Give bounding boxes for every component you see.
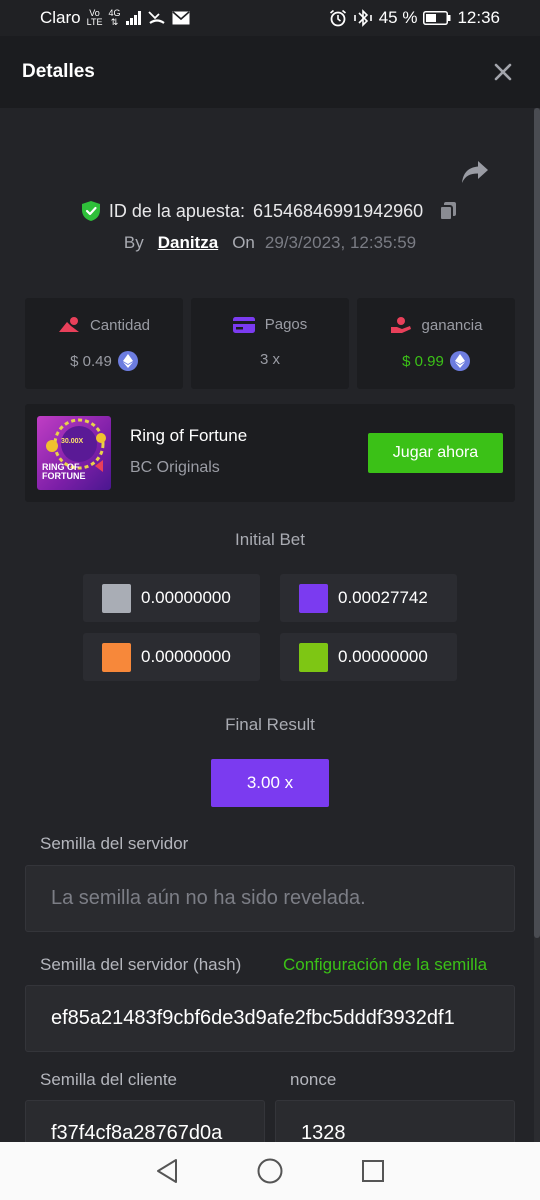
copy-icon[interactable] — [437, 200, 459, 222]
modal-title: Detalles — [22, 61, 95, 82]
initial-bet-chip: 0.00000000 — [83, 574, 260, 622]
chip-value: 0.00000000 — [141, 647, 231, 666]
chip-color-swatch — [102, 583, 131, 613]
status-bar: Claro Vo LTE 4G ⇅ 45 % 12:36 — [0, 0, 540, 36]
amount-value: $ 0.49 — [70, 352, 112, 370]
missed-call-icon — [148, 11, 166, 24]
eth-currency-icon — [449, 351, 470, 371]
clock: 12:36 — [457, 8, 500, 27]
chip-value: 0.00000000 — [141, 588, 231, 607]
close-icon — [494, 63, 512, 81]
mail-icon — [172, 11, 191, 25]
payout-value-row: 3 x — [191, 351, 349, 368]
close-button[interactable] — [490, 59, 516, 85]
profit-label: ganancia — [421, 316, 483, 334]
status-right: 45 % 12:36 — [329, 8, 500, 28]
profit-card: ganancia $ 0.99 — [357, 298, 515, 389]
amount-label: Cantidad — [89, 316, 151, 334]
payout-header: Pagos — [191, 316, 349, 333]
seed-settings-link[interactable]: Configuración de la semilla — [283, 955, 487, 975]
home-button[interactable] — [250, 1151, 290, 1191]
server-seed-label: Semilla del servidor — [40, 834, 189, 853]
bet-date: 29/3/2023, 12:35:59 — [264, 233, 417, 252]
initial-bet-chip: 0.00000000 — [280, 633, 457, 681]
payout-card: Pagos 3 x — [191, 298, 349, 389]
chip-value: 0.00027742 — [338, 588, 428, 607]
signal-icon — [126, 11, 142, 25]
server-seed-hash-field[interactable]: ef85a21483f9cbf6de3d9afe2fbc5dddf3932df1 — [25, 985, 515, 1052]
volte-indicator: Vo LTE — [87, 9, 103, 27]
home-circle-icon — [257, 1158, 283, 1184]
initial-bet-chip: 0.00000000 — [83, 633, 260, 681]
recents-button[interactable] — [353, 1151, 393, 1191]
volte-bottom: LTE — [86, 17, 103, 27]
card-icon — [232, 316, 255, 333]
bet-id-value: 61546846991942960 — [252, 200, 424, 221]
chip-color-swatch — [299, 583, 328, 613]
battery-percent: 45 % — [378, 8, 418, 27]
amount-header: Cantidad — [25, 316, 183, 334]
payout-value: 3 x — [259, 351, 280, 368]
bet-amount-icon — [58, 317, 79, 332]
bluetooth-vibrate-icon — [353, 9, 372, 27]
eth-currency-icon — [117, 351, 138, 371]
client-seed-label: Semilla del cliente — [40, 1070, 178, 1089]
chip-color-swatch — [102, 642, 131, 672]
initial-bet-chip: 0.00027742 — [280, 574, 457, 622]
profit-value: $ 0.99 — [402, 352, 444, 370]
back-button[interactable] — [147, 1151, 187, 1191]
nonce-label: nonce — [290, 1070, 337, 1089]
thumb-multiplier: 30.00X — [61, 438, 84, 445]
bet-id-row: ID de la apuesta: 61546846991942960 — [0, 196, 540, 226]
network-bottom: ⇅ — [110, 17, 119, 27]
alarm-icon — [329, 9, 346, 27]
profit-value-row: $ 0.99 — [357, 351, 515, 371]
status-left: Claro Vo LTE 4G ⇅ — [40, 8, 191, 28]
bet-id-label: ID de la apuesta: — [108, 200, 245, 221]
amount-value-row: $ 0.49 — [25, 351, 183, 371]
system-navigation-bar — [0, 1142, 540, 1200]
game-card: 30.00X RING OF FORTUNE Ring of Fortune B… — [25, 404, 515, 502]
carrier-name: Claro — [40, 8, 81, 27]
final-result-badge: 3.00 x — [211, 759, 329, 807]
thumb-title-line-2: FORTUNE — [42, 471, 86, 481]
profit-header: ganancia — [357, 316, 515, 334]
modal-header: Detalles — [0, 36, 540, 108]
final-result-title: Final Result — [225, 715, 315, 734]
amount-card: Cantidad $ 0.49 — [25, 298, 183, 389]
chip-value: 0.00000000 — [338, 647, 428, 666]
by-label: By — [123, 233, 144, 252]
play-now-button[interactable]: Jugar ahora — [368, 433, 503, 473]
game-thumbnail[interactable]: 30.00X RING OF FORTUNE — [37, 416, 111, 490]
network-indicator: 4G ⇅ — [108, 9, 120, 27]
player-name-link[interactable]: Danitza — [158, 233, 218, 253]
payout-label: Pagos — [264, 316, 308, 333]
recents-square-icon — [362, 1160, 385, 1182]
game-name[interactable]: Ring of Fortune — [130, 426, 247, 446]
verified-shield-icon — [81, 201, 100, 221]
back-triangle-icon — [156, 1159, 177, 1183]
server-seed-hash-label: Semilla del servidor (hash) — [40, 955, 242, 974]
profit-hand-icon — [390, 317, 411, 333]
battery-icon — [423, 11, 451, 25]
initial-bet-title: Initial Bet — [235, 530, 305, 549]
on-label: On — [232, 233, 255, 252]
game-provider: BC Originals — [130, 459, 220, 476]
share-button[interactable] — [460, 158, 492, 188]
chip-color-swatch — [299, 642, 328, 672]
server-seed-field[interactable]: La semilla aún no ha sido revelada. — [25, 865, 515, 932]
share-icon — [462, 161, 488, 183]
bet-author-row: By Danitza On 29/3/2023, 12:35:59 — [0, 230, 540, 256]
thumb-title: RING OF FORTUNE — [42, 463, 86, 481]
